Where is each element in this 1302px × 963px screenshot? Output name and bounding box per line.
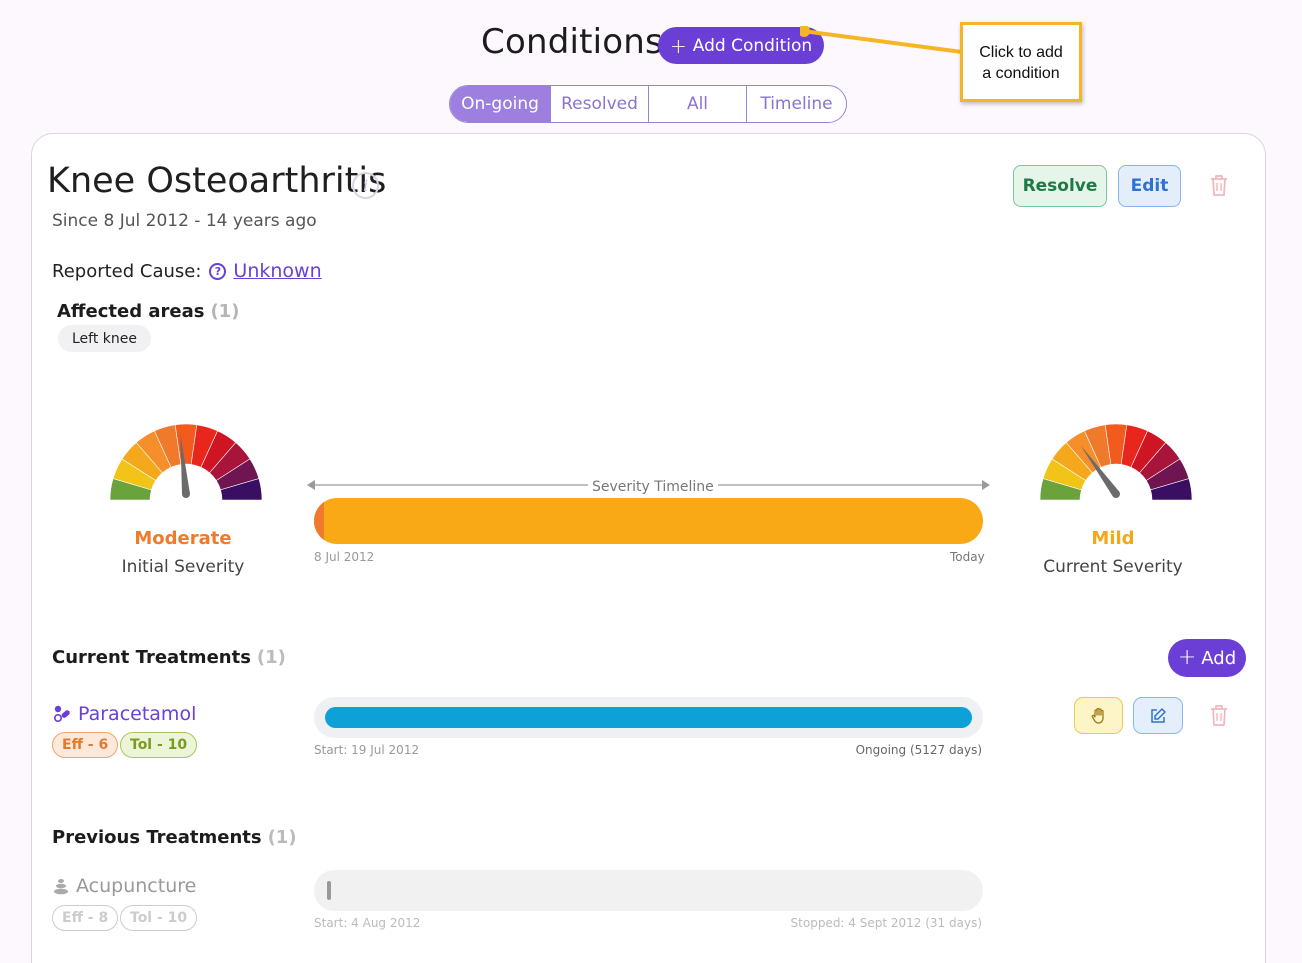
- current-treatments-title: Current Treatments: [52, 647, 251, 668]
- cause-link[interactable]: Unknown: [233, 260, 321, 282]
- timeline-end-date: Today: [950, 550, 985, 564]
- trash-icon[interactable]: [1209, 704, 1229, 727]
- tolerance-badge: Tol - 10: [120, 732, 198, 758]
- reported-cause: Reported Cause: ? Unknown: [52, 260, 322, 282]
- initial-severity-caption: Initial Severity: [121, 557, 245, 577]
- callout-line-2: a condition: [982, 65, 1060, 82]
- current-severity-caption: Current Severity: [1043, 557, 1183, 577]
- condition-card: Knee Osteoarthritis i Since 8 Jul 2012 -…: [31, 133, 1266, 963]
- plus-icon: +: [670, 33, 687, 58]
- resolve-button[interactable]: Resolve: [1013, 165, 1107, 207]
- condition-tabs: On-going Resolved All Timeline: [449, 85, 847, 123]
- callout-line-1: Click to add: [979, 44, 1063, 61]
- affected-areas-heading: Affected areas (1): [57, 301, 239, 322]
- callout-connector: [800, 26, 963, 54]
- hand-icon: [1091, 707, 1104, 724]
- trash-icon[interactable]: [1208, 173, 1230, 197]
- treatment-duration-bar: [325, 707, 972, 728]
- treatment-end-status: Stopped: 4 Sept 2012 (31 days): [790, 916, 982, 930]
- stones-icon: [54, 879, 68, 895]
- gauge-needle-hub: [1112, 490, 1120, 498]
- plus-icon: +: [1177, 645, 1197, 670]
- timeline-start-date: 8 Jul 2012: [314, 550, 375, 564]
- condition-since: Since 8 Jul 2012 - 14 years ago: [52, 211, 317, 231]
- add-condition-label: Add Condition: [692, 35, 813, 56]
- tab-all[interactable]: All: [649, 86, 747, 122]
- area-chip: Left knee: [58, 325, 151, 352]
- edit-icon: [1151, 707, 1166, 723]
- treatment-start-date: Start: 4 Aug 2012: [314, 916, 421, 930]
- cause-label: Reported Cause:: [52, 260, 202, 282]
- areas-count: (1): [210, 301, 240, 322]
- current-treatments-heading: Current Treatments (1): [52, 647, 286, 668]
- add-treatment-button[interactable]: + Add: [1168, 639, 1246, 677]
- treatment-end-status: Ongoing (5127 days): [855, 743, 982, 757]
- callout-tooltip: Click to add a condition: [960, 22, 1082, 102]
- treatment-name-previous[interactable]: Acupuncture: [52, 875, 196, 897]
- current-treatments-count: (1): [256, 647, 286, 668]
- treatment-name-label: Paracetamol: [78, 703, 197, 725]
- treatment-name-label: Acupuncture: [76, 875, 197, 897]
- question-icon: ?: [209, 262, 227, 280]
- stop-treatment-button[interactable]: [1074, 697, 1123, 734]
- add-treatment-label: Add: [1201, 647, 1237, 669]
- current-severity-label: Mild: [1091, 528, 1135, 549]
- tab-ongoing[interactable]: On-going: [450, 86, 551, 122]
- edit-condition-button[interactable]: Edit: [1118, 165, 1181, 207]
- condition-title: Knee Osteoarthritis: [47, 161, 387, 201]
- info-icon[interactable]: i: [352, 172, 379, 199]
- severity-start-segment: [314, 498, 324, 544]
- pills-icon: [53, 705, 70, 723]
- treatment-name-current[interactable]: Paracetamol: [52, 703, 196, 725]
- initial-severity-label: Moderate: [134, 528, 232, 549]
- tab-resolved[interactable]: Resolved: [551, 86, 649, 122]
- previous-treatments-title: Previous Treatments: [52, 827, 262, 848]
- page-header: Conditions + Add Condition: [0, 20, 1302, 70]
- previous-treatments-count: (1): [267, 827, 297, 848]
- initial-severity-gauge: [109, 423, 263, 501]
- treatment-start-date: Start: 19 Jul 2012: [314, 743, 420, 757]
- effectiveness-badge: Eff - 8: [52, 905, 119, 931]
- severity-timeline-bar: [314, 498, 983, 544]
- tolerance-badge: Tol - 10: [120, 905, 198, 931]
- edit-treatment-button[interactable]: [1133, 697, 1183, 734]
- areas-title-text: Affected areas: [57, 301, 205, 322]
- gauge-needle-hub: [182, 490, 190, 498]
- treatment-track-current: [314, 697, 983, 738]
- treatment-track-previous: [314, 870, 983, 911]
- tab-timeline[interactable]: Timeline: [747, 86, 846, 122]
- treatment-duration-bar: [327, 881, 331, 900]
- severity-timeline-label: Severity Timeline: [588, 479, 718, 495]
- effectiveness-badge: Eff - 6: [52, 732, 119, 758]
- page-title: Conditions: [481, 22, 663, 62]
- previous-treatments-heading: Previous Treatments (1): [52, 827, 297, 848]
- current-severity-gauge: [1039, 423, 1193, 501]
